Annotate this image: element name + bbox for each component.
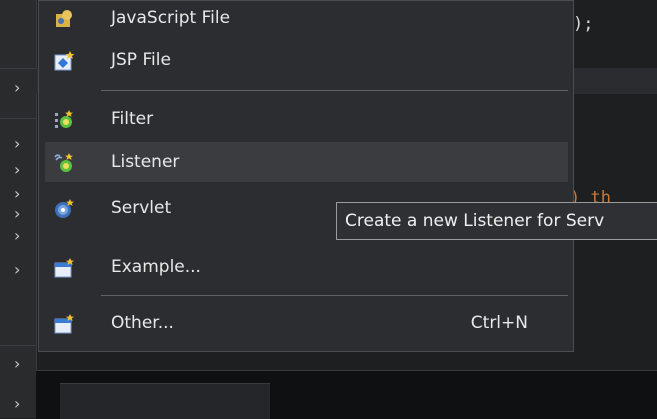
menu-item-shortcut: Ctrl+N	[470, 313, 528, 333]
gutter-divider	[0, 68, 36, 69]
menu-item-example[interactable]: Example...	[45, 247, 568, 287]
menu-item-label: Example...	[111, 257, 201, 277]
menu-separator	[101, 295, 568, 296]
menu-item-label: Other...	[111, 313, 174, 333]
other-icon	[54, 314, 74, 334]
menu-item-listener[interactable]: Listener	[45, 142, 568, 182]
new-file-menu: JavaScript File JSP File Filter Listener…	[38, 0, 574, 352]
menu-item-label: Servlet	[111, 198, 172, 218]
javascript-file-icon	[56, 10, 72, 27]
menu-item-label: Listener	[111, 152, 180, 172]
jsp-file-icon	[54, 51, 75, 71]
servlet-icon	[55, 199, 74, 218]
example-icon	[54, 258, 74, 278]
bottom-panel-tab[interactable]	[60, 383, 270, 419]
code-fragment: );	[573, 14, 594, 34]
menu-item-javascript-file[interactable]: JavaScript File	[45, 0, 568, 38]
tooltip: Create a new Listener for Serv	[336, 202, 657, 240]
chevron-right-icon[interactable]: ›	[14, 186, 20, 202]
tooltip-text: Create a new Listener for Serv	[345, 211, 605, 231]
menu-item-jsp-file[interactable]: JSP File	[45, 40, 568, 80]
filter-icon	[55, 110, 73, 128]
chevron-right-icon[interactable]: ›	[14, 80, 20, 96]
menu-item-label: JavaScript File	[111, 8, 231, 28]
chevron-right-icon[interactable]: ›	[14, 356, 20, 372]
menu-separator	[101, 90, 568, 91]
chevron-right-icon[interactable]: ›	[14, 162, 20, 178]
listener-icon	[54, 153, 73, 172]
menu-item-label: Filter	[111, 109, 154, 129]
chevron-right-icon[interactable]: ›	[14, 262, 20, 278]
chevron-right-icon[interactable]: ›	[14, 396, 20, 412]
menu-item-label: JSP File	[111, 50, 171, 70]
chevron-right-icon[interactable]: ›	[14, 228, 20, 244]
chevron-right-icon[interactable]: ›	[14, 136, 20, 152]
gutter-divider	[0, 118, 36, 119]
menu-item-other[interactable]: Other... Ctrl+N	[45, 303, 568, 343]
menu-item-filter[interactable]: Filter	[45, 99, 568, 139]
gutter-divider	[0, 345, 36, 346]
chevron-right-icon[interactable]: ›	[14, 206, 20, 222]
